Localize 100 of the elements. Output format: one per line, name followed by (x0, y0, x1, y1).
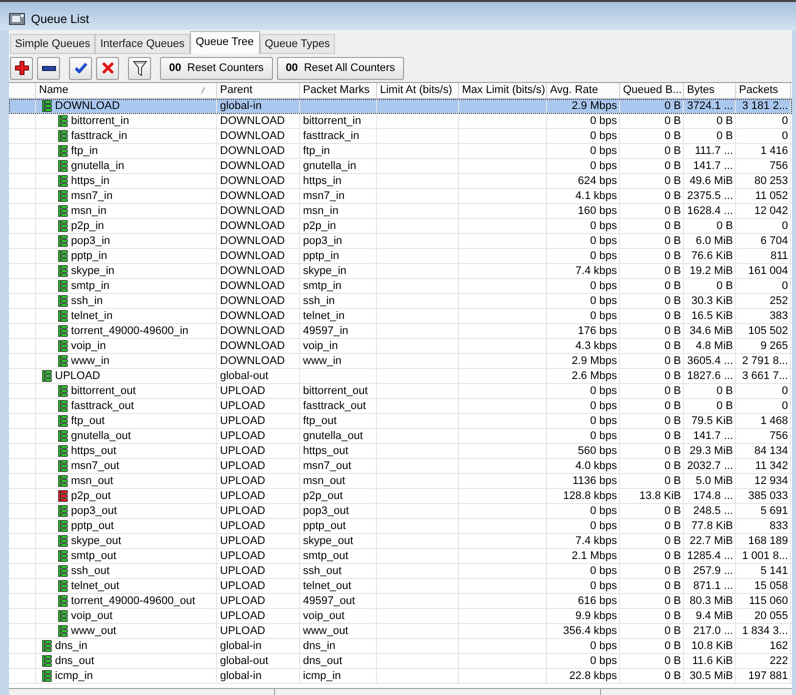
column-header[interactable]: Bytes (684, 83, 736, 98)
queue-name: torrent_49000-49600_out (71, 594, 196, 608)
table-row[interactable]: msn_out UPLOAD msn_out 1136 bps 0 B 5.0 MiB 12 934 (9, 474, 792, 489)
table-row[interactable]: p2p_in DOWNLOAD p2p_in 0 bps 0 B 0 B 0 (9, 219, 792, 234)
column-header[interactable]: Packet Marks (300, 83, 377, 98)
packets-value: 1 468 (760, 414, 788, 428)
column-header[interactable]: Limit At (bits/s) (377, 83, 459, 98)
table-row[interactable]: dns_in global-in dns_in 0 bps 0 B 10.8 KiB 162 (9, 639, 792, 654)
table-row[interactable]: voip_out UPLOAD voip_out 9.9 kbps 0 B 9.4 MiB 20 055 (9, 609, 792, 624)
table-row[interactable]: skype_in DOWNLOAD skype_in 7.4 kbps 0 B 19.2 MiB 161 004 (9, 264, 792, 279)
table-row[interactable]: pptp_out UPLOAD pptp_out 0 bps 0 B 77.8 KiB 833 (9, 519, 792, 534)
packets-value: 11 052 (755, 189, 788, 203)
parent-text: UPLOAD (220, 474, 266, 488)
packet-mark-text: msn_in (303, 204, 338, 218)
table-row[interactable]: https_out UPLOAD https_out 560 bps 0 B 29.3 MiB 84 134 (9, 444, 792, 459)
tab[interactable]: Queue Tree (190, 31, 260, 54)
table-row[interactable]: smtp_out UPLOAD smtp_out 2.1 Mbps 0 B 1285.4 ... 1 001 8... (9, 549, 792, 564)
column-header[interactable]: Parent (217, 83, 300, 98)
table-row[interactable]: ssh_in DOWNLOAD ssh_in 0 bps 0 B 30.3 KiB 252 (9, 294, 792, 309)
table-row[interactable]: msn7_in DOWNLOAD msn7_in 4.1 kbps 0 B 2375.5 ... 11 052 (9, 189, 792, 204)
packets-value: 162 (770, 639, 788, 653)
queued-bytes-value: 0 B (664, 309, 681, 323)
table-row[interactable]: ftp_out UPLOAD ftp_out 0 bps 0 B 79.5 KiB 1 468 (9, 414, 792, 429)
table-row[interactable]: fasttrack_in DOWNLOAD fasttrack_in 0 bps 0 B 0 B 0 (9, 129, 792, 144)
avg-rate-value: 0 bps (590, 639, 617, 653)
avg-rate-value: 0 bps (590, 564, 617, 578)
table-row[interactable]: p2p_out UPLOAD p2p_out 128.8 kbps 13.8 KiB 174.8 ... 385 033 (9, 489, 792, 504)
queue-name: msn7_in (71, 189, 113, 203)
avg-rate-value: 0 bps (590, 294, 617, 308)
table-row[interactable]: ssh_out UPLOAD ssh_out 0 bps 0 B 257.9 ... 5 141 (9, 564, 792, 579)
packet-mark-text: telnet_out (303, 579, 352, 593)
table-row[interactable]: bittorrent_in DOWNLOAD bittorrent_in 0 bps 0 B 0 B 0 (9, 114, 792, 129)
table-row[interactable]: fasttrack_out UPLOAD fasttrack_out 0 bps 0 B 0 B 0 (9, 399, 792, 414)
packet-mark-text: pop3_out (303, 504, 349, 518)
packet-mark-text: fasttrack_out (303, 399, 366, 413)
table-row[interactable]: telnet_out UPLOAD telnet_out 0 bps 0 B 871.1 ... 15 058 (9, 579, 792, 594)
queued-bytes-value: 0 B (664, 294, 681, 308)
table-row[interactable]: telnet_in DOWNLOAD telnet_in 0 bps 0 B 16.5 KiB 383 (9, 309, 792, 324)
queue-name: gnutella_out (71, 429, 131, 443)
queued-bytes-value: 0 B (664, 579, 681, 593)
enable-button[interactable] (69, 56, 92, 80)
remove-button[interactable] (37, 56, 60, 80)
column-header[interactable]: Name (36, 83, 217, 98)
packets-value: 20 055 (754, 609, 788, 623)
parent-text: DOWNLOAD (220, 114, 285, 128)
reset-counters-button[interactable]: 00 Reset Counters (160, 56, 273, 80)
table-row[interactable]: gnutella_out UPLOAD gnutella_out 0 bps 0 B 141.7 ... 756 (9, 429, 792, 444)
table-row[interactable]: UPLOAD global-out 2.6 Mbps 0 B 1827.6 ... 3 661 7... (9, 369, 792, 384)
bytes-value: 257.9 ... (693, 564, 733, 578)
table-row[interactable]: ftp_in DOWNLOAD ftp_in 0 bps 0 B 111.7 ... 1 416 (9, 144, 792, 159)
bytes-value: 3724.1 ... (687, 99, 733, 113)
packet-mark-text: www_in (303, 354, 342, 368)
queue-name: ftp_out (71, 414, 105, 428)
table-row[interactable]: icmp_in global-in icmp_in 22.8 kbps 0 B 30.5 MiB 197 881 (9, 669, 792, 684)
table-row[interactable]: torrent_49000-49600_in DOWNLOAD 49597_in 176 bps 0 B 34.6 MiB 105 502 (9, 324, 792, 339)
table-row[interactable]: msn7_out UPLOAD msn7_out 4.0 kbps 0 B 2032.7 ... 11 342 (9, 459, 792, 474)
table-row[interactable]: voip_in DOWNLOAD voip_in 4.3 kbps 0 B 4.8 MiB 9 265 (9, 339, 792, 354)
disable-button[interactable] (96, 56, 119, 80)
table-row[interactable]: msn_in DOWNLOAD msn_in 160 bps 0 B 1628.4 ... 12 042 (9, 204, 792, 219)
queued-bytes-value: 0 B (664, 414, 681, 428)
table-row[interactable]: pop3_out UPLOAD pop3_out 0 bps 0 B 248.5 ... 5 691 (9, 504, 792, 519)
column-header[interactable]: Max Limit (bits/s) (459, 83, 547, 98)
add-button[interactable] (10, 56, 33, 80)
table-row[interactable]: www_in DOWNLOAD www_in 2.9 Mbps 0 B 3605.4 ... 2 791 8... (9, 354, 792, 369)
packet-mark-text: smtp_out (303, 549, 348, 563)
table-row[interactable]: www_out UPLOAD www_out 356.4 kbps 0 B 217.0 ... 1 834 3... (9, 624, 792, 639)
parent-text: global-out (220, 369, 268, 383)
queued-bytes-value: 0 B (664, 459, 681, 473)
packet-mark-text: bittorrent_out (303, 384, 368, 398)
parent-text: DOWNLOAD (220, 204, 285, 218)
table-row[interactable]: bittorrent_out UPLOAD bittorrent_out 0 bps 0 B 0 B 0 (9, 384, 792, 399)
queued-bytes-value: 0 B (664, 609, 681, 623)
table-row[interactable]: pptp_in DOWNLOAD pptp_in 0 bps 0 B 76.6 KiB 811 (9, 249, 792, 264)
tab[interactable]: Simple Queues (10, 34, 96, 54)
queued-bytes-value: 0 B (664, 519, 681, 533)
table-row[interactable]: gnutella_in DOWNLOAD gnutella_in 0 bps 0 B 141.7 ... 756 (9, 159, 792, 174)
table-row[interactable]: skype_out UPLOAD skype_out 7.4 kbps 0 B 22.7 MiB 168 189 (9, 534, 792, 549)
parent-text: DOWNLOAD (220, 354, 285, 368)
column-header[interactable]: Queued B... (620, 83, 684, 98)
column-header[interactable]: Packets (736, 83, 791, 98)
table-row[interactable]: dns_out global-out dns_out 0 bps 0 B 11.6 KiB 222 (9, 654, 792, 669)
queue-name: smtp_in (71, 279, 110, 293)
queue-name: fasttrack_out (71, 399, 134, 413)
table-row[interactable]: DOWNLOAD global-in 2.9 Mbps 0 B 3724.1 ... 3 181 2... (9, 99, 792, 114)
packets-value: 0 (782, 384, 788, 398)
bytes-value: 2032.7 ... (687, 459, 733, 473)
filter-button[interactable] (128, 56, 151, 80)
tab[interactable]: Queue Types (260, 34, 335, 54)
table-row[interactable]: pop3_in DOWNLOAD pop3_in 0 bps 0 B 6.0 MiB 6 704 (9, 234, 792, 249)
queued-bytes-value: 0 B (664, 234, 681, 248)
reset-counters-button[interactable]: 00 Reset All Counters (276, 56, 404, 80)
table-row[interactable]: https_in DOWNLOAD https_in 624 bps 0 B 49.6 MiB 80 253 (9, 174, 792, 189)
queue-name: fasttrack_in (71, 129, 128, 143)
column-header[interactable]: Avg. Rate (547, 83, 620, 98)
avg-rate-value: 128.8 kbps (563, 489, 617, 503)
table-row[interactable]: torrent_49000-49600_out UPLOAD 49597_out 616 bps 0 B 80.3 MiB 115 060 (9, 594, 792, 609)
queue-name: pop3_in (71, 234, 110, 248)
table-row[interactable]: smtp_in DOWNLOAD smtp_in 0 bps 0 B 0 B 0 (9, 279, 792, 294)
packet-mark-text: www_out (303, 624, 348, 638)
tab[interactable]: Interface Queues (95, 34, 190, 54)
